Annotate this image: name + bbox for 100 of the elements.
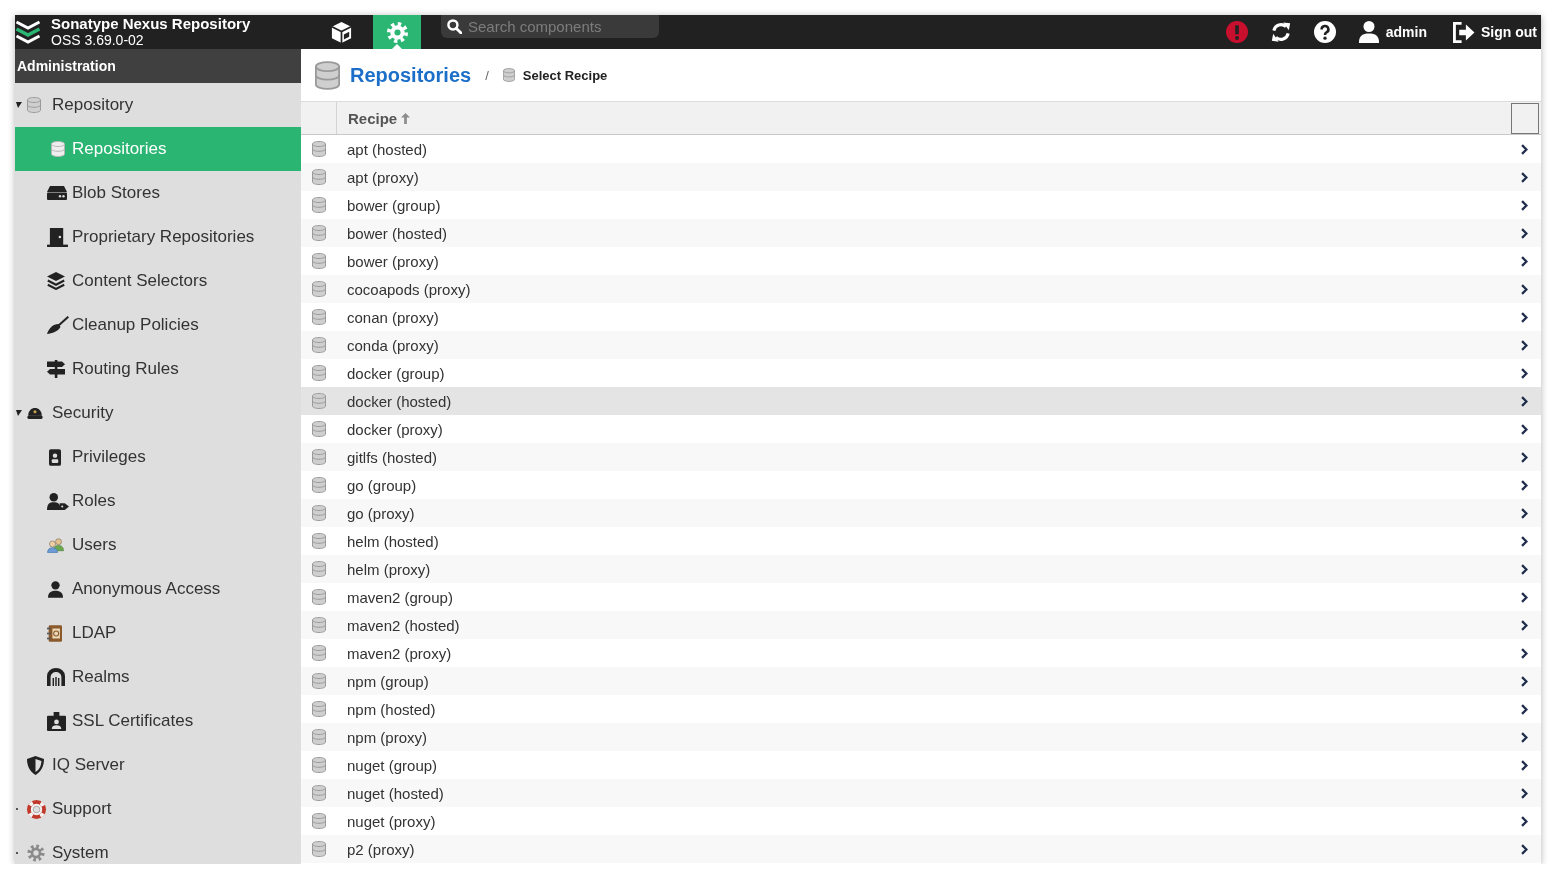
database-icon	[312, 309, 326, 325]
database-icon	[312, 281, 326, 297]
recipe-row[interactable]: docker (hosted)	[301, 387, 1541, 415]
chevron-right-icon	[1521, 479, 1528, 491]
chevron-right-icon	[1521, 619, 1528, 631]
gear-icon	[385, 20, 409, 44]
database-icon	[312, 393, 326, 409]
tree-item[interactable]: IQ Server	[15, 743, 301, 787]
database-icon	[312, 449, 326, 465]
recipe-row[interactable]: nuget (hosted)	[301, 779, 1541, 807]
tree-item[interactable]: LDAP	[15, 611, 301, 655]
tree-item[interactable]: Proprietary Repositories	[15, 215, 301, 259]
database-icon	[312, 701, 326, 717]
chevron-right-icon	[1521, 647, 1528, 659]
recipe-row[interactable]: cocoapods (proxy)	[301, 275, 1541, 303]
user-button[interactable]: admin	[1357, 19, 1427, 45]
help-button[interactable]	[1313, 19, 1336, 45]
recipe-row[interactable]: go (proxy)	[301, 499, 1541, 527]
tree-item[interactable]: Anonymous Access	[15, 567, 301, 611]
chevron-right-icon	[1521, 703, 1528, 715]
tree-item[interactable]: Content Selectors	[15, 259, 301, 303]
arch-icon	[47, 668, 65, 686]
recipe-row[interactable]: gitlfs (hosted)	[301, 443, 1541, 471]
recipe-row[interactable]: helm (proxy)	[301, 555, 1541, 583]
tree-item[interactable]: Routing Rules	[15, 347, 301, 391]
app-title: Sonatype Nexus Repository	[51, 16, 251, 32]
tree-item[interactable]: Security	[15, 391, 301, 435]
database-icon	[312, 141, 326, 157]
database-icon	[312, 365, 326, 381]
recipe-row[interactable]: p2 (proxy)	[301, 835, 1541, 863]
tree-item[interactable]: Users	[15, 523, 301, 567]
sidebar-title: Administration	[15, 49, 301, 83]
chevron-right-icon	[1521, 759, 1528, 771]
database-icon	[312, 421, 326, 437]
tree-item[interactable]: Roles	[15, 479, 301, 523]
chevron-right-icon	[1521, 143, 1528, 155]
exclamation-circle-icon	[1225, 21, 1248, 43]
database-icon	[312, 673, 326, 689]
user-tag-icon	[47, 492, 69, 510]
refresh-button[interactable]	[1269, 19, 1292, 45]
chevron-right-icon	[1521, 535, 1528, 547]
app-version: OSS 3.69.0-02	[51, 32, 145, 48]
tree-item[interactable]: Blob Stores	[15, 171, 301, 215]
chevron-right-icon	[1521, 507, 1528, 519]
sign-out-icon	[1452, 21, 1475, 43]
triangle-icon[interactable]	[16, 410, 22, 416]
administration-mode-button[interactable]	[373, 15, 421, 49]
database-icon	[315, 60, 340, 90]
database-icon	[312, 477, 326, 493]
database-icon	[312, 729, 326, 745]
chevron-right-icon	[1521, 423, 1528, 435]
recipe-row[interactable]: npm (group)	[301, 667, 1541, 695]
tree-item[interactable]: Privileges	[15, 435, 301, 479]
recipe-row[interactable]: conda (proxy)	[301, 331, 1541, 359]
help-icon	[1313, 21, 1336, 43]
breadcrumb-separator: /	[485, 67, 489, 83]
tree-item[interactable]: System	[15, 831, 301, 864]
tree-item[interactable]: Realms	[15, 655, 301, 699]
chevron-right-icon	[1521, 283, 1528, 295]
tree-item[interactable]: Support	[15, 787, 301, 831]
tree-item[interactable]: Repository	[15, 83, 301, 127]
layered-chevrons-logo-icon	[15, 20, 41, 44]
address-book-icon	[47, 624, 62, 642]
empty-header-box[interactable]	[1511, 103, 1539, 134]
search-field[interactable]: Search components	[441, 15, 659, 38]
user-icon	[48, 580, 63, 598]
recipe-row[interactable]: npm (proxy)	[301, 723, 1541, 751]
database-icon	[312, 197, 326, 213]
database-icon	[502, 68, 515, 82]
two-users-icon	[47, 537, 64, 553]
database-icon	[312, 589, 326, 605]
alert-button[interactable]	[1225, 19, 1248, 45]
sign-out-button[interactable]: Sign out	[1452, 19, 1537, 45]
recipe-row[interactable]: apt (proxy)	[301, 163, 1541, 191]
chevron-right-icon	[1521, 591, 1528, 603]
tree-item[interactable]: Cleanup Policies	[15, 303, 301, 347]
tree-item[interactable]: SSL Certificates	[15, 699, 301, 743]
recipe-row[interactable]: bower (hosted)	[301, 219, 1541, 247]
breadcrumb-link[interactable]: Repositories	[350, 63, 472, 87]
chevron-right-icon	[1521, 227, 1528, 239]
database-icon	[312, 813, 326, 829]
triangle-icon[interactable]	[16, 102, 22, 108]
chevron-right-icon	[1521, 367, 1528, 379]
chevron-right-icon	[1521, 731, 1528, 743]
chevron-right-icon	[1521, 815, 1528, 827]
door-icon	[47, 227, 68, 247]
chevron-right-icon	[1521, 395, 1528, 407]
chevron-right-icon	[1521, 675, 1528, 687]
chevron-right-icon	[1521, 563, 1528, 575]
breadcrumb-current: Select Recipe	[522, 67, 608, 83]
chevron-right-icon	[1521, 451, 1528, 463]
database-icon	[312, 169, 326, 185]
chevron-right-icon	[1521, 255, 1528, 267]
chevron-right-icon	[1521, 843, 1528, 855]
id-card-icon	[47, 711, 66, 731]
chevron-right-icon	[1521, 171, 1528, 183]
recipe-row[interactable]: maven2 (hosted)	[301, 611, 1541, 639]
database-icon	[312, 253, 326, 269]
lifebuoy-icon	[27, 799, 46, 819]
chevron-right-icon	[1521, 339, 1528, 351]
